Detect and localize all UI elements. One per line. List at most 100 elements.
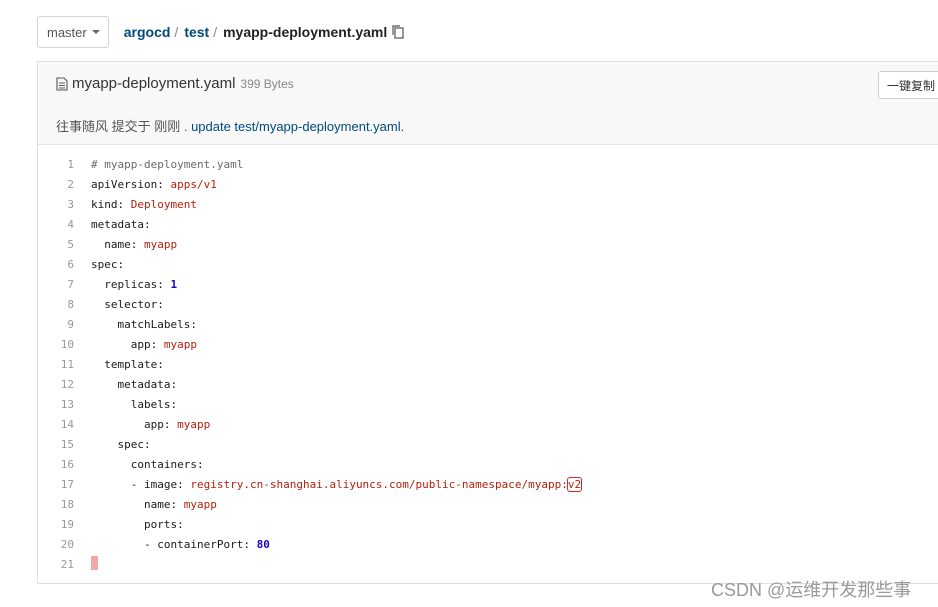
breadcrumb-separator: / [213,24,218,40]
line-number: 8 [67,297,74,311]
code-line: 1 # myapp-deployment.yaml [38,154,938,174]
yaml-key: containerPort [157,537,244,551]
line-number: 3 [67,197,74,211]
breadcrumb-owner[interactable]: argocd [124,24,171,40]
line-number: 16 [60,457,74,471]
copy-path-icon[interactable] [392,25,404,39]
yaml-value: 80 [256,537,270,551]
code-line: 12 metadata: [38,374,938,394]
yaml-key: name [143,497,171,511]
highlighted-image-tag: v2 [566,476,583,492]
yaml-key: labels [130,397,171,411]
file-icon [56,76,68,91]
line-number: 2 [67,177,74,191]
yaml-key: containers [130,457,197,471]
code-text: ports: [143,517,184,531]
code-line: 19 ports: [38,514,938,534]
line-number: 10 [60,337,74,351]
code-text: name: myapp [143,497,217,511]
code-line: 5 name: myapp [38,234,938,254]
code-line: 13 labels: [38,394,938,414]
code-text: template: [104,357,164,371]
code-line: 18 name: myapp [38,494,938,514]
line-number: 18 [60,497,74,511]
code-text: name: myapp [104,237,178,251]
yaml-key: selector [104,297,158,311]
code-line: 15 spec: [38,434,938,454]
line-number: 5 [67,237,74,251]
code-text: - containerPort: 80 [143,537,270,551]
breadcrumb-separator: / [174,24,179,40]
caret-down-icon [91,30,100,34]
yaml-key: metadata [91,217,144,231]
yaml-key: name [104,237,131,251]
yaml-key: matchLabels [117,317,191,331]
line-number: 20 [60,537,74,551]
code-text: apiVersion: apps/v1 [91,177,217,191]
yaml-value: myapp [177,417,211,431]
code-text: labels: [130,397,178,411]
commit-info: 往事随风 提交于 刚刚 . update test/myapp-deployme… [56,116,404,135]
line-number: 4 [67,217,74,231]
yaml-key: ports [143,517,178,531]
yaml-value: myapp [183,497,217,511]
code-line: 20 - containerPort: 80 [38,534,938,554]
code-line: 14 app: myapp [38,414,938,434]
line-number: 14 [60,417,74,431]
yaml-value: 1 [170,277,178,291]
code-text: spec: [117,437,151,451]
yaml-value: registry.cn-shanghai.aliyuncs.com/public… [190,477,568,491]
code-line: 16 containers: [38,454,938,474]
code-text: containers: [130,457,204,471]
file-size: 399 Bytes [240,76,294,91]
code-text: metadata: [117,377,178,391]
line-number: 17 [60,477,74,491]
yaml-value: apps/v1 [170,177,217,191]
code-line: 21 [38,554,938,574]
code-comment: # myapp-deployment.yaml [91,157,244,171]
code-text: matchLabels: [117,317,197,331]
commit-message-link[interactable]: update test/myapp-deployment.yaml. [191,119,404,134]
file-header: myapp-deployment.yaml 399 Bytes 一键复制 往事随… [38,62,938,145]
line-number: 7 [67,277,74,291]
breadcrumb-file: myapp-deployment.yaml [223,24,388,40]
line-number: 6 [67,257,74,271]
branch-label: master [47,24,87,40]
code-text: app: myapp [143,417,211,431]
yaml-key: spec [91,257,118,271]
yaml-key: app [143,417,164,431]
code-text: - image: registry.cn-shanghai.aliyuncs.c… [130,476,583,492]
line-number: 9 [67,317,74,331]
yaml-key: replicas [104,277,158,291]
yaml-key: metadata [117,377,171,391]
file-title: myapp-deployment.yaml 399 Bytes [56,75,294,92]
breadcrumb: argocd / test / myapp-deployment.yaml [124,24,405,40]
code-text [91,555,98,573]
code-line: 2 apiVersion: apps/v1 [38,174,938,194]
yaml-key: app [130,337,151,351]
copy-all-button[interactable]: 一键复制 [878,71,938,99]
line-number: 1 [67,157,74,171]
yaml-value: Deployment [130,197,197,211]
top-bar: master argocd / test / myapp-deployment.… [37,15,404,49]
file-name: myapp-deployment.yaml [72,75,236,92]
branch-selector[interactable]: master [37,16,109,48]
yaml-value: myapp [144,237,178,251]
watermark: CSDN @运维开发那些事 [711,580,912,600]
line-number: 19 [60,517,74,531]
yaml-key: spec [117,437,145,451]
code-view: 1 # myapp-deployment.yaml 2 apiVersion: app… [38,154,938,574]
code-text: app: myapp [130,337,197,351]
code-line: 10 app: myapp [38,334,938,354]
code-text: # myapp-deployment.yaml [91,158,243,171]
code-text: selector: [104,297,164,311]
line-number: 11 [60,357,74,371]
code-line: 3 kind: Deployment [38,194,938,214]
code-line: 7 replicas: 1 [38,274,938,294]
yaml-key: image [144,477,178,491]
yaml-key: template [104,357,158,371]
breadcrumb-repo[interactable]: test [184,24,209,40]
code-line: 8 selector: [38,294,938,314]
line-number: 21 [60,557,74,571]
code-line: 6 spec: [38,254,938,274]
